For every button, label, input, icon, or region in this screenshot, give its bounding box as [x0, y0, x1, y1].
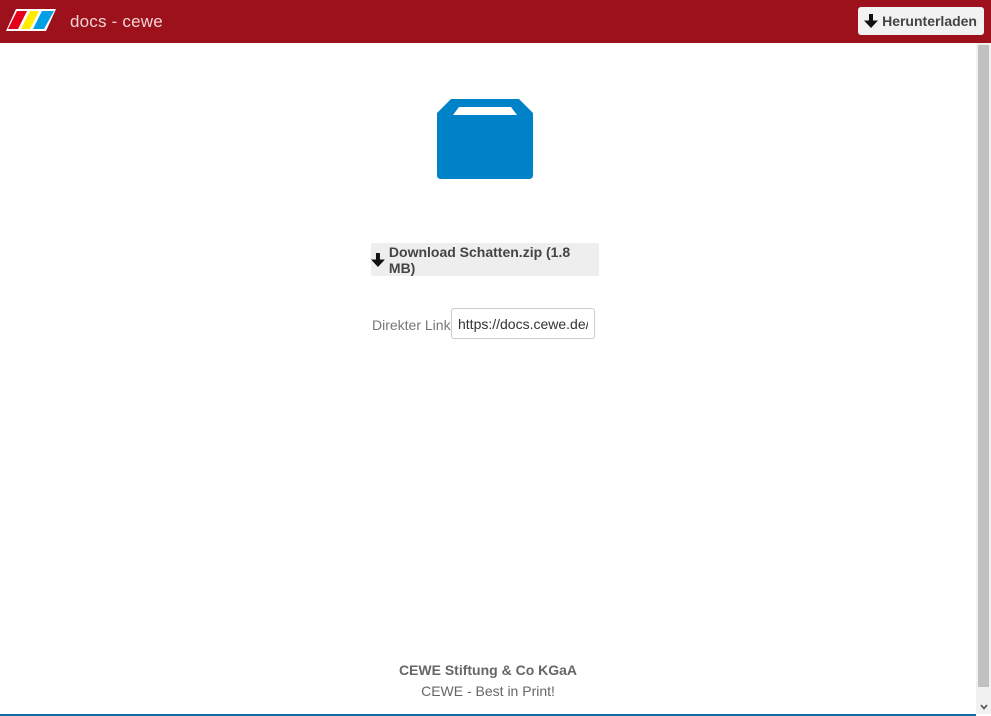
- footer-slogan: CEWE - Best in Print!: [421, 683, 555, 699]
- header-download-label: Herunterladen: [882, 13, 977, 29]
- cewe-logo: [6, 9, 56, 31]
- download-file-button[interactable]: Download Schatten.zip (1.8 MB): [371, 243, 599, 276]
- arrow-down-icon: [371, 252, 385, 267]
- direct-link-input[interactable]: [451, 308, 595, 339]
- download-file-label: Download Schatten.zip (1.8 MB): [388, 243, 571, 276]
- arrow-down-icon: [864, 14, 879, 28]
- folder-icon: [437, 99, 533, 179]
- app-title: docs - cewe: [70, 12, 163, 31]
- footer-company: CEWE Stiftung & Co KGaA: [398, 662, 578, 678]
- vertical-scrollbar[interactable]: [976, 43, 991, 714]
- app-header: docs - cewe Herunterladen: [0, 0, 991, 43]
- chevron-down-icon: [979, 703, 988, 710]
- scroll-down-arrow[interactable]: [976, 699, 991, 714]
- scrollbar-thumb[interactable]: [978, 45, 989, 687]
- header-download-button[interactable]: Herunterladen: [858, 7, 984, 35]
- direct-link-label: Direkter Link: [372, 317, 451, 333]
